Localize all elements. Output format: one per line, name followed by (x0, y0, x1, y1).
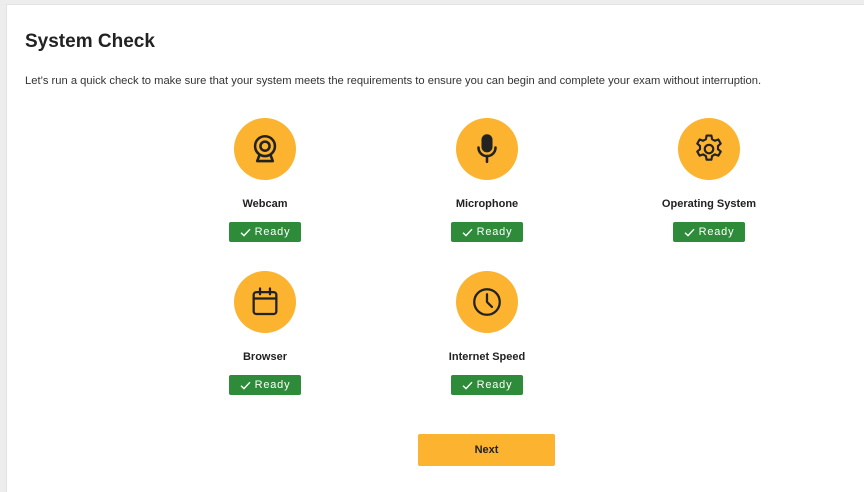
check-webcam: Webcam Ready (185, 118, 345, 258)
checkmark-icon (240, 228, 251, 237)
status-badge-microphone: Ready (451, 222, 523, 242)
gear-icon (678, 118, 740, 180)
status-text-webcam: Ready (254, 226, 291, 238)
status-badge-browser: Ready (229, 375, 301, 395)
status-badge-operating-system: Ready (673, 222, 745, 242)
check-label-webcam: Webcam (242, 198, 288, 210)
clock-icon (456, 271, 518, 333)
check-label-internet-speed: Internet Speed (448, 351, 526, 363)
status-text-operating-system: Ready (698, 226, 735, 238)
status-badge-webcam: Ready (229, 222, 301, 242)
status-text-browser: Ready (254, 379, 291, 391)
check-label-browser: Browser (242, 351, 288, 363)
page-title: System Check (25, 31, 155, 52)
check-label-microphone: Microphone (455, 198, 519, 210)
checkmark-icon (462, 228, 473, 237)
check-browser: Browser Ready (185, 271, 345, 411)
status-text-internet-speed: Ready (476, 379, 513, 391)
check-label-operating-system: Operating System (661, 198, 757, 210)
check-microphone: Microphone Ready (407, 118, 567, 258)
status-text-microphone: Ready (476, 226, 513, 238)
intro-text: Let’s run a quick check to make sure tha… (25, 75, 762, 87)
check-internet-speed: Internet Speed Ready (407, 271, 567, 411)
microphone-icon (456, 118, 518, 180)
checkmark-icon (240, 381, 251, 390)
checkmark-icon (684, 228, 695, 237)
webcam-icon (234, 118, 296, 180)
checkmark-icon (462, 381, 473, 390)
next-button[interactable]: Next (418, 434, 555, 466)
system-check-panel: System Check Let’s run a quick check to … (6, 4, 864, 492)
status-badge-internet-speed: Ready (451, 375, 523, 395)
calendar-icon (234, 271, 296, 333)
check-operating-system: Operating System Ready (629, 118, 789, 258)
